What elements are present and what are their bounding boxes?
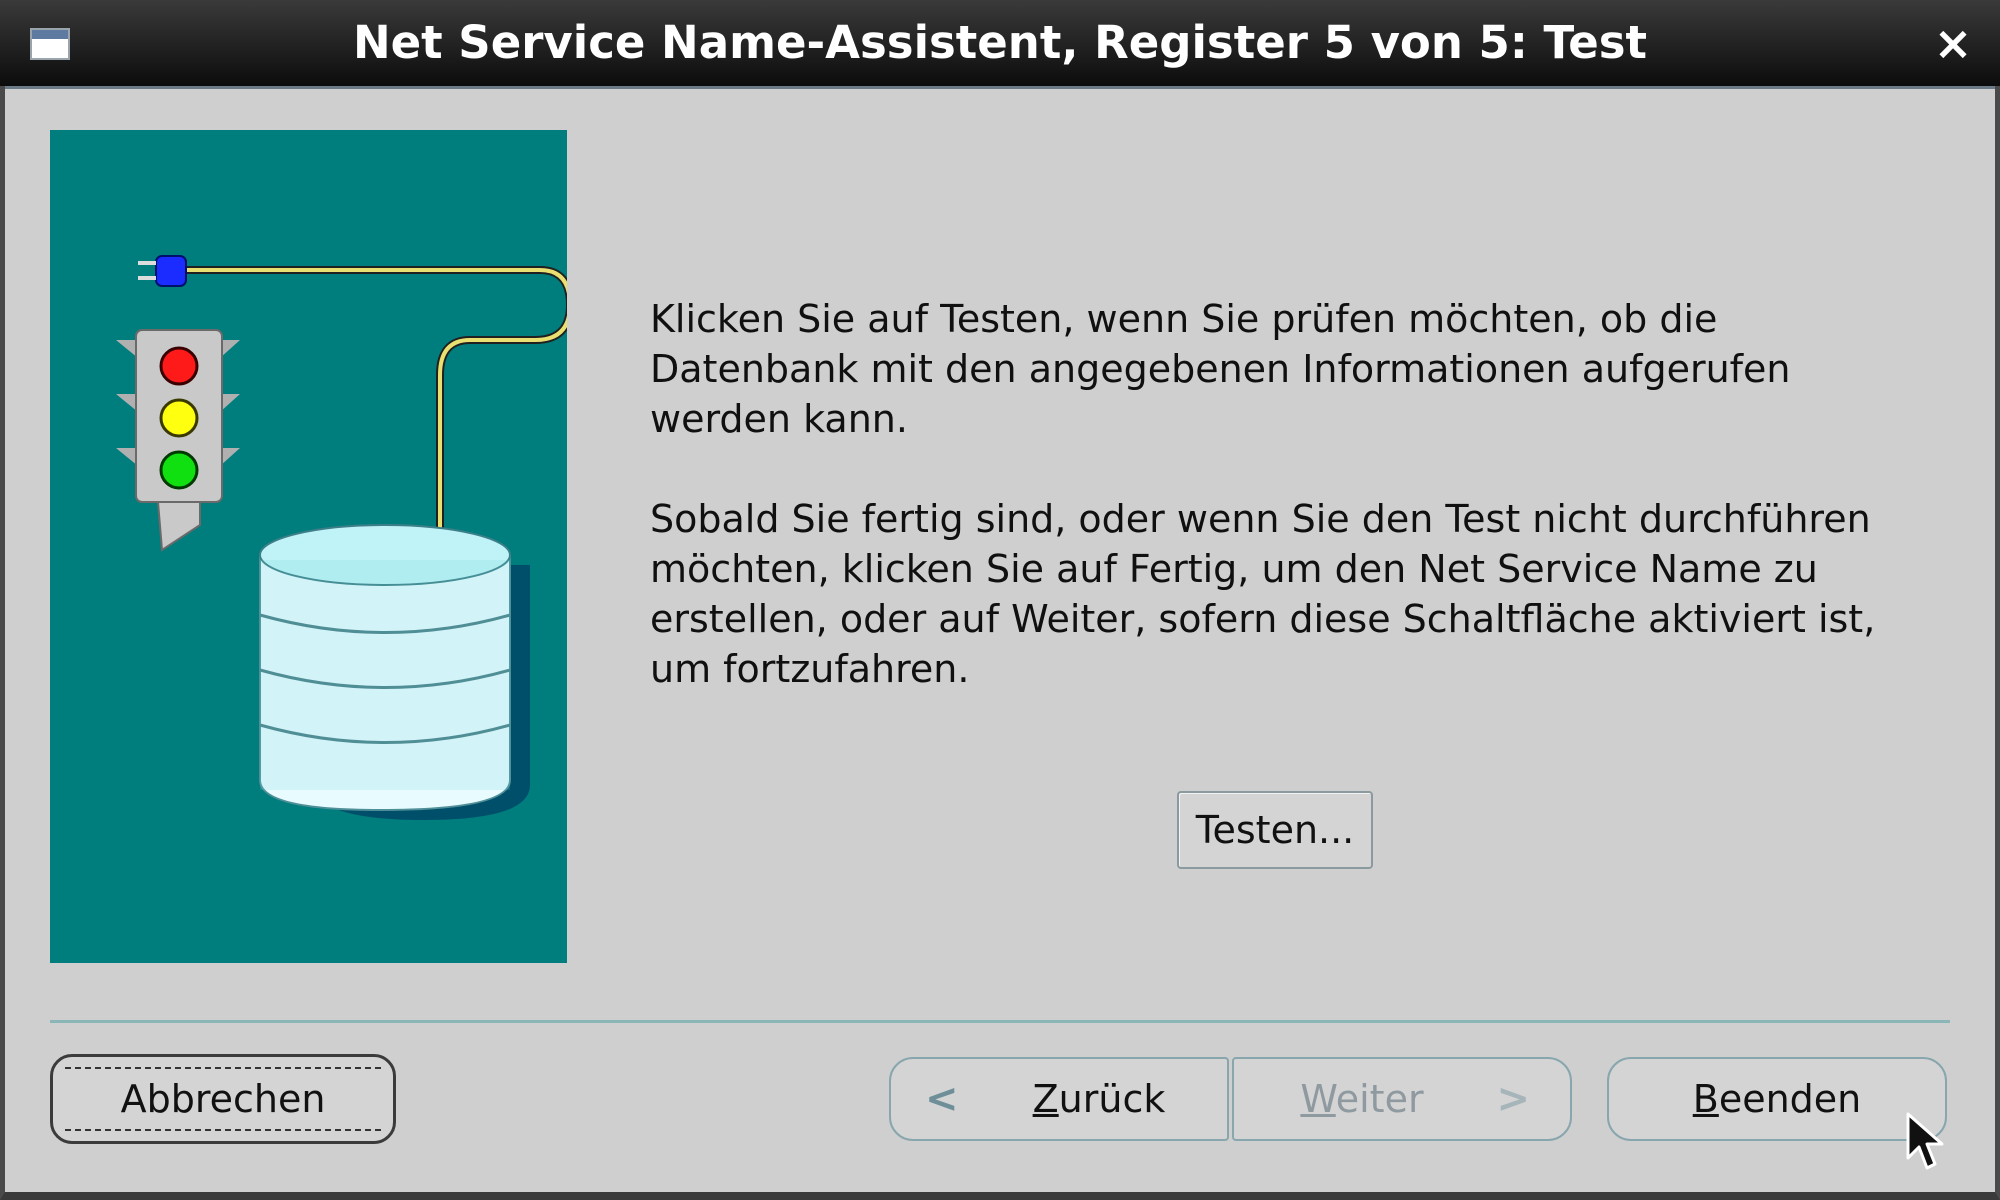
instruction-paragraph-2: Sobald Sie fertig sind, oder wenn Sie de… [650, 497, 1876, 691]
cancel-button[interactable]: Abbrechen [50, 1054, 396, 1144]
focus-ring [65, 1067, 381, 1131]
next-button[interactable]: Weiter > [1232, 1057, 1572, 1141]
back-button[interactable]: < Zurück [889, 1057, 1229, 1141]
window-icon[interactable] [30, 28, 70, 60]
instructions-text: Klicken Sie auf Testen, wenn Sie prüfen … [650, 294, 1910, 744]
finish-label-rest: eenden [1718, 1077, 1862, 1121]
chevron-left-icon: < [925, 1076, 959, 1122]
window-title: Net Service Name-Assistent, Register 5 v… [352, 16, 1648, 69]
test-button[interactable]: Testen... [1177, 791, 1373, 869]
back-label: Zurück [1033, 1077, 1166, 1121]
finish-mnemonic: B [1692, 1077, 1719, 1121]
mouse-pointer-icon [1906, 1112, 1944, 1170]
finish-label: Beenden [1693, 1077, 1862, 1121]
next-label-rest: eiter [1335, 1077, 1424, 1121]
traffic-light-database-icon [50, 130, 567, 963]
finish-button[interactable]: Beenden [1607, 1057, 1947, 1141]
close-icon[interactable]: × [1928, 18, 1978, 68]
back-mnemonic: Z [1032, 1077, 1059, 1121]
next-label: Weiter [1300, 1077, 1423, 1121]
chevron-right-icon: > [1496, 1076, 1530, 1122]
next-mnemonic: W [1300, 1077, 1336, 1121]
back-label-rest: urück [1058, 1077, 1166, 1121]
footer-separator [50, 1020, 1950, 1023]
instruction-paragraph-1: Klicken Sie auf Testen, wenn Sie prüfen … [650, 297, 1791, 441]
title-bar[interactable]: Net Service Name-Assistent, Register 5 v… [0, 0, 2000, 89]
